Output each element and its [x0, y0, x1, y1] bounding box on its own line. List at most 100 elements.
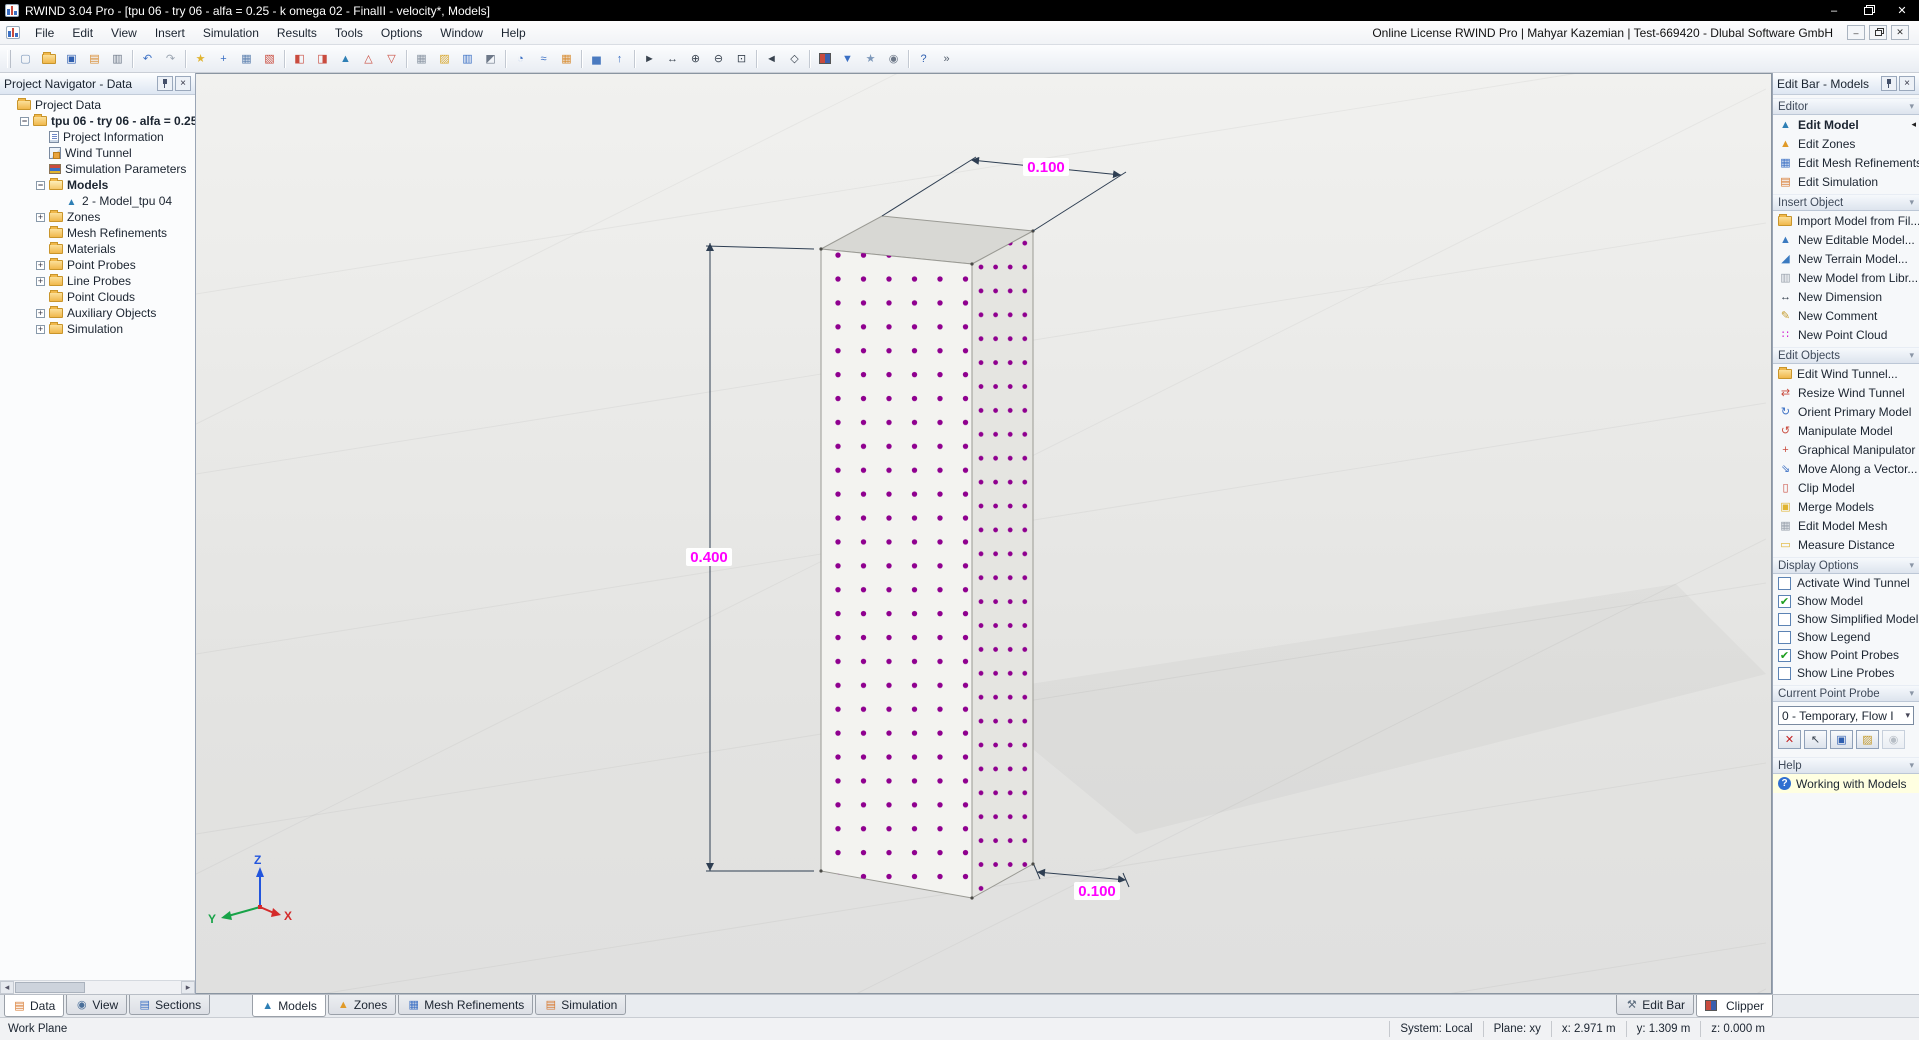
project-tables[interactable]: ▤	[83, 48, 106, 70]
viewport-3d[interactable]: 0.100 0.400 0.100 Z Y X	[196, 73, 1772, 994]
effects[interactable]: ★	[859, 48, 882, 70]
guidelines[interactable]: +	[212, 48, 235, 70]
redo[interactable]: ↷	[159, 48, 182, 70]
menu-item[interactable]: File	[26, 23, 63, 43]
probes[interactable]: ◔	[509, 48, 532, 70]
current-probe-dropdown[interactable]: 0 - Temporary, Flow I ▾	[1778, 706, 1914, 725]
tree-item[interactable]: Materials	[0, 241, 195, 257]
edit-bar-item[interactable]: ▲ Edit Model ◂	[1773, 115, 1919, 134]
tree-item[interactable]: 2 - Model_tpu 04	[0, 193, 195, 209]
dimension-top-label[interactable]: 0.100	[1027, 159, 1065, 176]
document-icon[interactable]	[6, 26, 20, 39]
tree-expander-icon[interactable]: +	[36, 212, 45, 222]
mdi-close-button[interactable]: ✕	[1891, 25, 1909, 40]
previous-view[interactable]: ◄	[760, 48, 783, 70]
checkbox[interactable]	[1778, 576, 1791, 590]
section-edit-objects[interactable]: Edit Objects ▾	[1773, 347, 1919, 364]
checkbox[interactable]	[1778, 594, 1791, 608]
probe-diagram-button[interactable]: ▨	[1856, 730, 1879, 749]
menu-item[interactable]: Window	[431, 23, 492, 43]
edit-bar-item[interactable]: ▲ New Editable Model...	[1773, 230, 1919, 249]
edit-bar-item[interactable]: ∷ New Point Cloud	[1773, 325, 1919, 344]
tree-item[interactable]: + Simulation	[0, 321, 195, 337]
tree-item[interactable]: + Line Probes	[0, 273, 195, 289]
toolbar-grip[interactable]	[7, 49, 11, 68]
pin-button[interactable]	[157, 76, 173, 91]
dimension-bottom-label[interactable]: 0.100	[1078, 883, 1116, 900]
navigator-tab[interactable]: ◉ View	[66, 995, 128, 1015]
edit-bar-item[interactable]: ✎ New Comment	[1773, 306, 1919, 325]
snap[interactable]: ★	[189, 48, 212, 70]
tree-expander-icon[interactable]: +	[36, 276, 45, 286]
tree-expander-icon[interactable]: +	[36, 308, 45, 318]
document-tab[interactable]: ▤ Simulation	[535, 995, 627, 1015]
edit-bar-item[interactable]: + Graphical Manipulator	[1773, 440, 1919, 459]
undo[interactable]: ↶	[136, 48, 159, 70]
probe-settings-button[interactable]: ◉	[1882, 730, 1905, 749]
tree-item[interactable]: + Auxiliary Objects	[0, 305, 195, 321]
display-option-row[interactable]: Show Line Probes	[1773, 664, 1919, 682]
help-link[interactable]: ? Working with Models	[1773, 774, 1919, 793]
panel-tab[interactable]: Clipper	[1695, 995, 1773, 1017]
display-option-row[interactable]: Show Simplified Model	[1773, 610, 1919, 628]
section-help[interactable]: Help ▾	[1773, 757, 1919, 774]
edit-bar-item[interactable]: ↺ Manipulate Model	[1773, 421, 1919, 440]
edit-bar-pin-button[interactable]	[1881, 76, 1897, 91]
add-model[interactable]: △	[357, 48, 380, 70]
document-tab[interactable]: ▲ Zones	[327, 995, 397, 1015]
wind-tunnel[interactable]: ◧	[288, 48, 311, 70]
checkbox[interactable]	[1778, 612, 1791, 626]
print[interactable]: ▥	[106, 48, 129, 70]
clipper-tool[interactable]	[813, 48, 836, 70]
edit-bar-item[interactable]: ▤ Edit Simulation ◂	[1773, 172, 1919, 191]
remove-model[interactable]: ▽	[380, 48, 403, 70]
panels[interactable]: ▥	[456, 48, 479, 70]
scroll-right-icon[interactable]: ▸	[181, 981, 195, 994]
navigator-tab[interactable]: ▤ Sections	[129, 995, 211, 1015]
document-tab[interactable]: ▦ Mesh Refinements	[398, 995, 534, 1015]
zoom-in[interactable]: ⊕	[684, 48, 707, 70]
menu-item[interactable]: Tools	[326, 23, 372, 43]
render[interactable]: ◩	[479, 48, 502, 70]
navigator-horizontal-scrollbar[interactable]: ◂ ▸	[0, 980, 195, 994]
save[interactable]: ▣	[60, 48, 83, 70]
panel-tab[interactable]: ⚒ Edit Bar	[1616, 995, 1694, 1015]
minimize-button[interactable]: –	[1817, 0, 1851, 21]
section-display-options[interactable]: Display Options ▾	[1773, 557, 1919, 574]
pick-probe-button[interactable]: ↖	[1804, 730, 1827, 749]
tree-expander-icon[interactable]: −	[36, 180, 45, 190]
edit-bar-item[interactable]: Edit Wind Tunnel...	[1773, 364, 1919, 383]
tree-item[interactable]: Wind Tunnel	[0, 145, 195, 161]
chart[interactable]: ▅	[585, 48, 608, 70]
mdi-minimize-button[interactable]: –	[1847, 25, 1865, 40]
checkbox[interactable]	[1778, 648, 1791, 662]
display-option-row[interactable]: Activate Wind Tunnel	[1773, 574, 1919, 592]
zoom-all[interactable]: ⊡	[730, 48, 753, 70]
edit-bar-item[interactable]: ↻ Orient Primary Model	[1773, 402, 1919, 421]
settings[interactable]: ◉	[882, 48, 905, 70]
edit-bar-item[interactable]: ▲ Edit Zones ◂	[1773, 134, 1919, 153]
edit-bar-item[interactable]: ▭ Measure Distance	[1773, 535, 1919, 554]
grid[interactable]: ▦	[235, 48, 258, 70]
menu-item[interactable]: Results	[268, 23, 326, 43]
zoom-out[interactable]: ⊖	[707, 48, 730, 70]
toolbar-overflow[interactable]: »	[935, 48, 958, 70]
section-editor[interactable]: Editor ▾	[1773, 98, 1919, 115]
checkbox[interactable]	[1778, 630, 1791, 644]
tree-item[interactable]: − tpu 06 - try 06 - alfa = 0.25	[0, 113, 195, 129]
scroll-left-icon[interactable]: ◂	[0, 981, 14, 994]
menu-item[interactable]: Simulation	[194, 23, 268, 43]
menu-item[interactable]: Edit	[63, 23, 102, 43]
edit-bar-item[interactable]: ⇘ Move Along a Vector...	[1773, 459, 1919, 478]
edit-bar-item[interactable]: ▣ Merge Models	[1773, 497, 1919, 516]
edit-model[interactable]: ▲	[334, 48, 357, 70]
scrollbar-thumb[interactable]	[15, 982, 85, 993]
navigator-tab[interactable]: ▤ Data	[4, 995, 65, 1017]
open-project[interactable]	[37, 48, 60, 70]
tree-expander-icon[interactable]: +	[36, 260, 45, 270]
section-current-point-probe[interactable]: Current Point Probe ▾	[1773, 685, 1919, 702]
export[interactable]: ↑	[608, 48, 631, 70]
tree-item[interactable]: Project Data	[0, 97, 195, 113]
document-tab[interactable]: ▲ Models	[252, 995, 326, 1017]
tree-expander-icon[interactable]: −	[20, 116, 29, 126]
